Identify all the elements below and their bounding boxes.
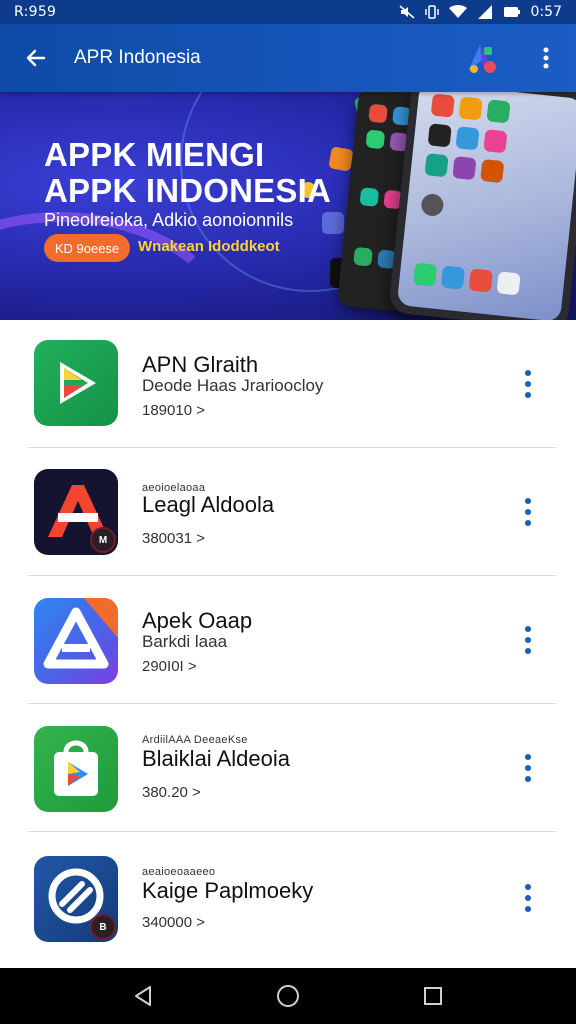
app-description: Deode Haas Jrarioocloy (142, 376, 324, 395)
item-menu-button[interactable] (514, 878, 542, 918)
item-menu-button[interactable] (514, 364, 542, 404)
triangle-a-icon (34, 598, 118, 684)
app-list: APN Glraith Deode Haas Jrarioocloy 18901… (0, 320, 576, 968)
home-circle-icon (276, 985, 299, 1007)
letter-a-icon: M (34, 469, 118, 555)
app-size: 380.20 > (142, 784, 201, 801)
item-menu-button[interactable] (514, 620, 542, 660)
vibrate-icon (424, 5, 439, 19)
banner-tagline: Wnakean Idoddkeot (138, 238, 280, 255)
list-item[interactable]: ArdiilAAA DeeaeKse Blaiklai Aldeoia 380.… (0, 704, 576, 832)
more-vertical-icon (543, 47, 549, 69)
nav-home-button[interactable] (264, 972, 312, 1020)
status-icons: 0:57 (399, 4, 562, 20)
banner-title-line-2: APPK INDONESIA (44, 172, 332, 209)
arrow-left-icon (26, 49, 46, 67)
status-bar: R:959 0:57 (0, 0, 576, 24)
app-name: Kaige Paplmoeky (142, 878, 314, 903)
item-menu-button[interactable] (514, 492, 542, 532)
circle-swirl-icon: B (34, 856, 118, 942)
app-name: Apek Oaap (142, 608, 253, 633)
app-overline: aeaioeoaaeeo (142, 866, 216, 878)
back-triangle-icon (134, 986, 151, 1006)
floating-app-icon (322, 212, 344, 234)
brand-logo-icon (462, 39, 500, 77)
signal-icon (477, 5, 493, 19)
play-store-icon (34, 340, 118, 426)
recents-square-icon (424, 987, 443, 1005)
icon-badge: M (90, 527, 116, 553)
list-item[interactable]: M aeoioelaoaa Leagl Aldoola 380031 > (0, 448, 576, 576)
status-left-text: R:959 (14, 4, 57, 20)
app-bar: APR Indonesia (0, 24, 576, 92)
phone-illustration-front (387, 92, 576, 320)
navigation-bar (0, 968, 576, 1024)
item-menu-button[interactable] (514, 748, 542, 788)
app-name: Blaiklai Aldeoia (142, 746, 290, 771)
app-bar-title: APR Indonesia (74, 47, 201, 68)
app-size: 340000 > (142, 914, 205, 931)
overflow-menu-button[interactable] (534, 40, 558, 76)
status-clock: 0:57 (530, 4, 562, 20)
app-size: 290I0I > (142, 658, 197, 675)
battery-icon (503, 5, 521, 19)
banner-title-line-1: APPK MIENGI (44, 136, 265, 173)
promo-banner[interactable]: APPK MIENGI APPK INDONESIA Pineolreioka,… (0, 92, 576, 320)
nav-back-button[interactable] (119, 972, 167, 1020)
list-item[interactable]: Apek Oaap Barkdi laaa 290I0I > (0, 576, 576, 704)
back-button[interactable] (18, 40, 54, 76)
app-description: Barkdi laaa (142, 632, 228, 651)
app-size: 189010 > (142, 402, 205, 419)
mute-icon (399, 5, 415, 19)
nav-recents-button[interactable] (409, 972, 457, 1020)
list-item[interactable]: APN Glraith Deode Haas Jrarioocloy 18901… (0, 320, 576, 448)
wifi-icon (448, 5, 467, 19)
floating-app-icon (328, 146, 354, 172)
list-item[interactable]: B aeaioeoaaeeo Kaige Paplmoeky 340000 > (0, 832, 576, 960)
app-size: 380031 > (142, 530, 205, 547)
app-name: APN Glraith (142, 352, 259, 377)
app-name: Leagl Aldoola (142, 492, 275, 517)
shopping-bag-play-icon (34, 726, 118, 812)
banner-badge-button[interactable]: KD 9oeese (44, 234, 130, 262)
app-overline: ArdiilAAA DeeaeKse (142, 734, 248, 746)
banner-subtitle: Pineolreioka, Adkio aonoionnils (44, 210, 294, 230)
icon-badge: B (90, 914, 116, 940)
